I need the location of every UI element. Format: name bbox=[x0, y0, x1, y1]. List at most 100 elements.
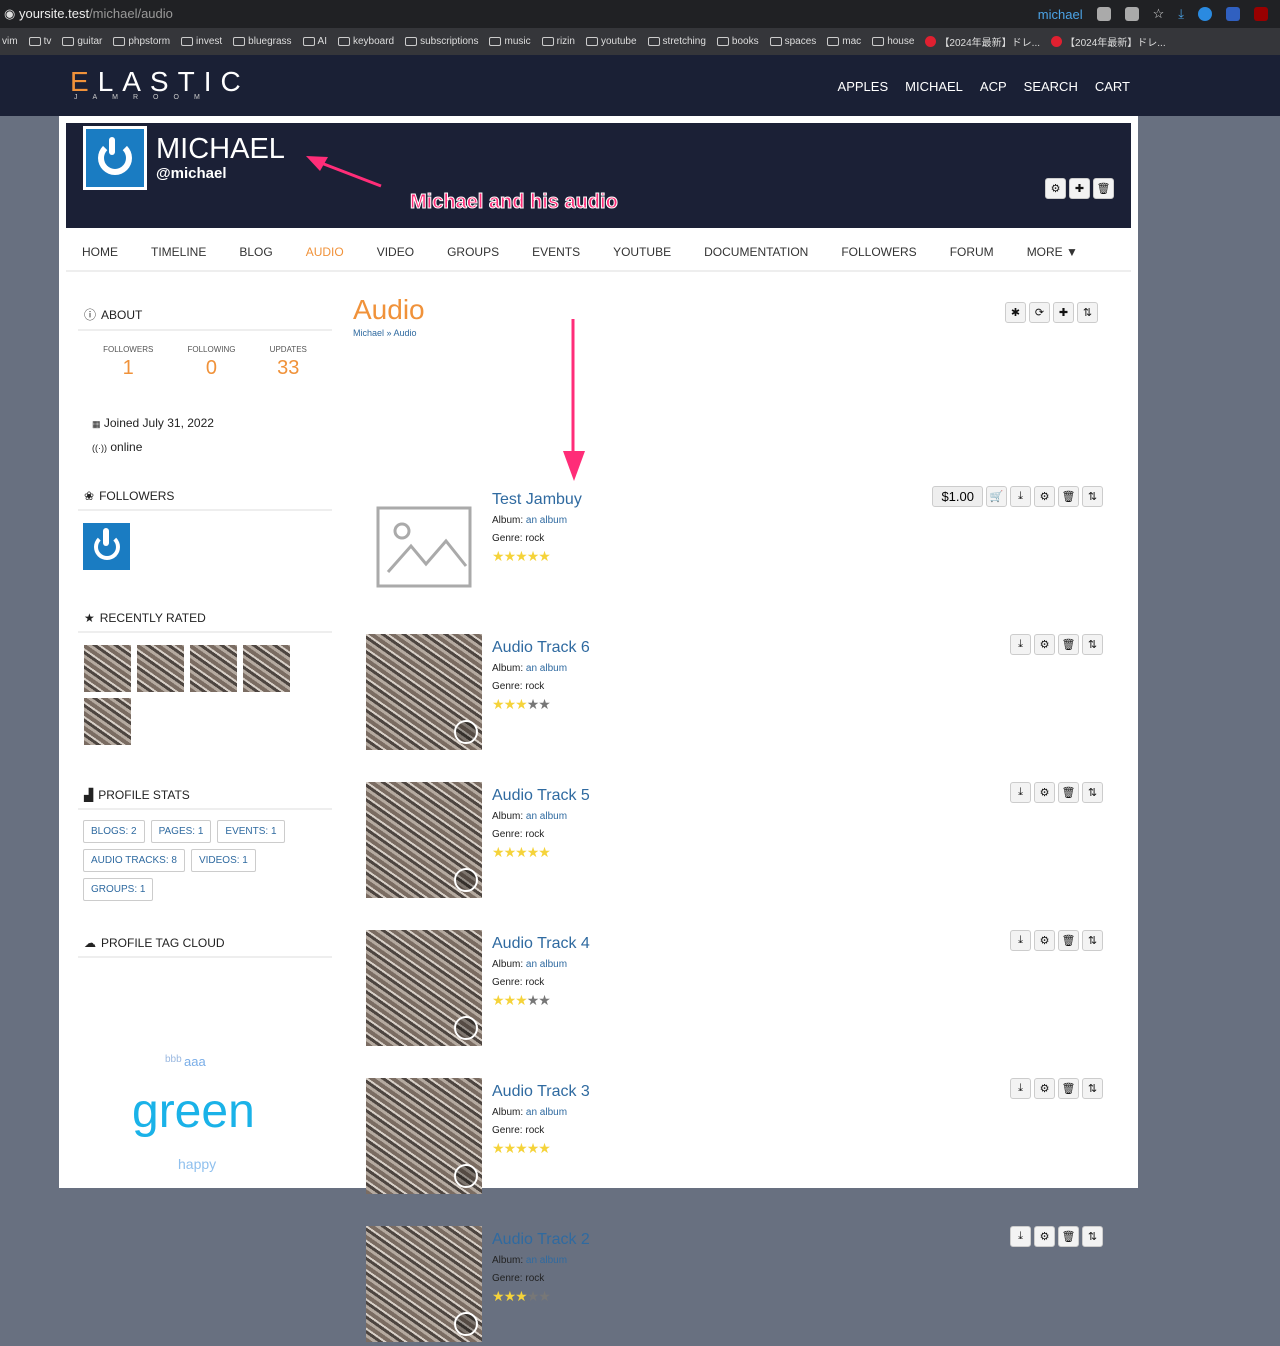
image-placeholder[interactable] bbox=[366, 486, 482, 602]
reorder-button[interactable]: ⇅ bbox=[1077, 302, 1098, 323]
rating-stars[interactable]: ★★★★★ bbox=[492, 1288, 551, 1305]
extension-icon[interactable] bbox=[1198, 7, 1212, 21]
play-icon[interactable] bbox=[454, 720, 478, 744]
download-button[interactable]: ⤓ bbox=[1010, 930, 1031, 951]
bookmark-item[interactable]: books bbox=[716, 36, 759, 47]
play-icon[interactable] bbox=[454, 868, 478, 892]
download-button[interactable]: ⤓ bbox=[1010, 1226, 1031, 1247]
album-link[interactable]: an album bbox=[526, 663, 567, 674]
add-button[interactable]: ✚ bbox=[1069, 178, 1090, 199]
rated-thumb[interactable] bbox=[84, 698, 131, 745]
rating-stars[interactable]: ★★★★★ bbox=[492, 844, 551, 861]
star-icon[interactable]: ★ bbox=[527, 1288, 540, 1304]
album-link[interactable]: an album bbox=[526, 1107, 567, 1118]
extension-icon[interactable] bbox=[1124, 7, 1139, 21]
tab-blog[interactable]: BLOG bbox=[239, 245, 272, 259]
follower-avatar[interactable] bbox=[83, 523, 130, 570]
reorder-button[interactable]: ⇅ bbox=[1082, 634, 1103, 655]
delete-button[interactable]: 🗑 bbox=[1093, 178, 1114, 199]
settings-button[interactable]: ⚙ bbox=[1034, 1078, 1055, 1099]
star-icon[interactable]: ★ bbox=[492, 696, 505, 712]
extension-icon[interactable] bbox=[1226, 7, 1240, 21]
rated-thumb[interactable] bbox=[84, 645, 131, 692]
add-button[interactable]: ✚ bbox=[1053, 302, 1074, 323]
rating-stars[interactable]: ★★★★★ bbox=[492, 992, 551, 1009]
tab-followers[interactable]: FOLLOWERS bbox=[841, 245, 916, 259]
tab-home[interactable]: HOME bbox=[82, 245, 118, 259]
track-title[interactable]: Audio Track 3 bbox=[492, 1083, 590, 1101]
star-icon[interactable]: ★ bbox=[538, 1140, 551, 1156]
delete-button[interactable]: 🗑 bbox=[1058, 930, 1079, 951]
star-icon[interactable]: ★ bbox=[527, 696, 540, 712]
tab-more[interactable]: MORE ▼ bbox=[1027, 245, 1078, 259]
bookmark-item[interactable]: subscriptions bbox=[405, 36, 478, 47]
tab-audio[interactable]: AUDIO bbox=[306, 245, 344, 259]
star-icon[interactable]: ★ bbox=[515, 1288, 528, 1304]
stat-pill[interactable]: EVENTS: 1 bbox=[217, 820, 285, 843]
bookmark-item[interactable]: phpstorm bbox=[113, 36, 170, 47]
star-icon[interactable]: ★ bbox=[527, 1140, 540, 1156]
profile-name[interactable]: MICHAEL bbox=[156, 133, 285, 166]
delete-button[interactable]: 🗑 bbox=[1058, 634, 1079, 655]
price-button[interactable]: $1.00 bbox=[932, 486, 983, 507]
play-icon[interactable] bbox=[454, 1312, 478, 1336]
star-icon[interactable]: ★ bbox=[515, 992, 528, 1008]
rated-thumb[interactable] bbox=[243, 645, 290, 692]
track-image[interactable] bbox=[366, 1226, 482, 1342]
album-link[interactable]: an album bbox=[526, 515, 567, 526]
delete-button[interactable]: 🗑 bbox=[1058, 486, 1079, 507]
track-image[interactable] bbox=[366, 634, 482, 750]
album-link[interactable]: an album bbox=[526, 1255, 567, 1266]
track-title[interactable]: Audio Track 4 bbox=[492, 935, 590, 953]
settings-button[interactable]: ⚙ bbox=[1034, 782, 1055, 803]
settings-button[interactable]: ⚙ bbox=[1034, 634, 1055, 655]
refresh-button[interactable]: ⟳ bbox=[1029, 302, 1050, 323]
stat-pill[interactable]: AUDIO TRACKS: 8 bbox=[83, 849, 185, 872]
download-icon[interactable]: ⤓ bbox=[1178, 6, 1184, 22]
reorder-button[interactable]: ⇅ bbox=[1082, 782, 1103, 803]
reorder-button[interactable]: ⇅ bbox=[1082, 1226, 1103, 1247]
star-icon[interactable]: ★ bbox=[538, 844, 551, 860]
bookmark-item[interactable]: spaces bbox=[769, 36, 816, 47]
rated-thumb[interactable] bbox=[190, 645, 237, 692]
star-icon[interactable]: ★ bbox=[527, 548, 540, 564]
track-title[interactable]: Audio Track 6 bbox=[492, 639, 590, 657]
star-icon[interactable]: ★ bbox=[504, 696, 517, 712]
bookmark-item[interactable]: guitar bbox=[62, 36, 102, 47]
delete-button[interactable]: 🗑 bbox=[1058, 1226, 1079, 1247]
extension-icon[interactable] bbox=[1096, 7, 1111, 21]
star-icon[interactable]: ★ bbox=[492, 1288, 505, 1304]
tab-forum[interactable]: FORUM bbox=[950, 245, 994, 259]
star-icon[interactable]: ★ bbox=[492, 992, 505, 1008]
url-bar[interactable]: ◉ yoursite.test/michael/audio bbox=[4, 6, 173, 22]
settings-button[interactable]: ⚙ bbox=[1034, 1226, 1055, 1247]
bookmark-item[interactable]: invest bbox=[181, 36, 222, 47]
asterisk-button[interactable]: ✱ bbox=[1005, 302, 1026, 323]
bookmark-item[interactable]: bluegrass bbox=[233, 36, 292, 47]
play-icon[interactable] bbox=[454, 1164, 478, 1188]
star-icon[interactable]: ☆ bbox=[1153, 6, 1165, 22]
track-image[interactable] bbox=[366, 782, 482, 898]
star-icon[interactable]: ★ bbox=[492, 1140, 505, 1156]
rated-thumb[interactable] bbox=[137, 645, 184, 692]
stat-pill[interactable]: VIDEOS: 1 bbox=[190, 849, 256, 872]
nav-cart[interactable]: CART bbox=[1095, 79, 1130, 94]
star-icon[interactable]: ★ bbox=[538, 1288, 551, 1304]
star-icon[interactable]: ★ bbox=[492, 844, 505, 860]
reorder-button[interactable]: ⇅ bbox=[1082, 930, 1103, 951]
bookmark-item[interactable]: stretching bbox=[647, 36, 706, 47]
track-image[interactable] bbox=[366, 930, 482, 1046]
album-link[interactable]: an album bbox=[526, 959, 567, 970]
nav-acp[interactable]: ACP bbox=[980, 79, 1007, 94]
tab-events[interactable]: EVENTS bbox=[532, 245, 580, 259]
tag[interactable]: aaa bbox=[184, 1054, 206, 1069]
tab-documentation[interactable]: DOCUMENTATION bbox=[704, 245, 808, 259]
stat-pill[interactable]: GROUPS: 1 bbox=[83, 878, 154, 901]
star-icon[interactable]: ★ bbox=[504, 1288, 517, 1304]
download-button[interactable]: ⤓ bbox=[1010, 1078, 1031, 1099]
tag[interactable]: green bbox=[132, 1084, 255, 1139]
star-icon[interactable]: ★ bbox=[504, 1140, 517, 1156]
star-icon[interactable]: ★ bbox=[538, 548, 551, 564]
rating-stars[interactable]: ★★★★★ bbox=[492, 548, 551, 565]
avatar[interactable] bbox=[83, 126, 147, 190]
